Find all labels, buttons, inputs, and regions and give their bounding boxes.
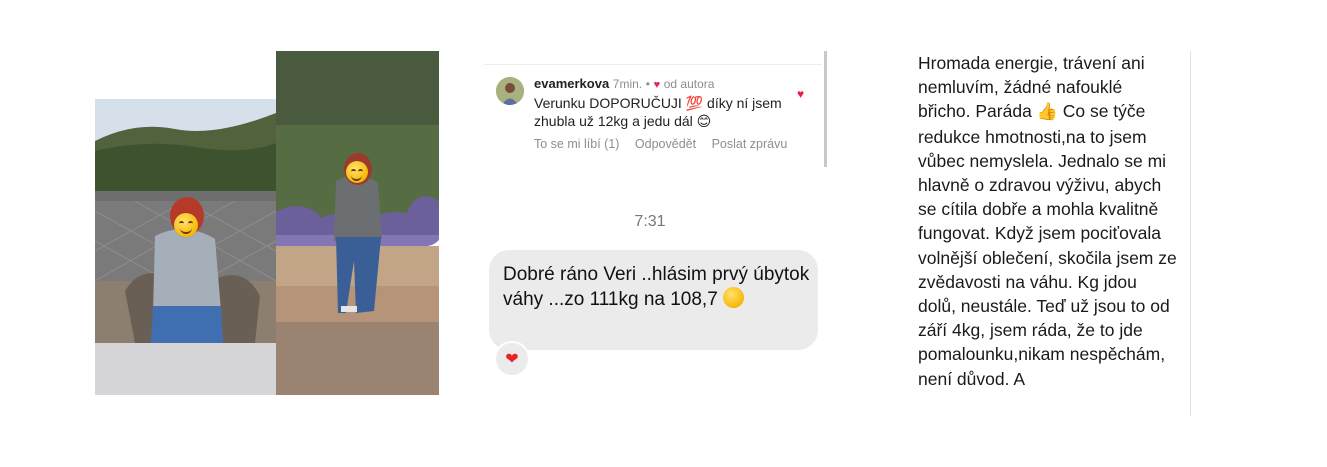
thumbs-up-icon: 👍 (1036, 102, 1058, 122)
comment-actions: To se mi líbí (1) Odpovědět Poslat zpráv… (534, 137, 799, 151)
author-heart-icon: ♥ (653, 79, 661, 91)
note-text: Hromada energie, trávení ani nemluvím, ž… (918, 51, 1178, 391)
grinning-emoji-icon (723, 287, 745, 308)
send-message-action[interactable]: Poslat zprávu (712, 137, 788, 151)
comment-time: 7min. (612, 77, 643, 91)
note-text-part2: Co se týče redukce hmotnosti,na to jsem … (918, 101, 1177, 389)
like-action[interactable]: To se mi líbí (1) (534, 137, 619, 151)
username[interactable]: evamerkova (534, 76, 609, 91)
author-badge: od autora (663, 77, 715, 91)
testimonial-note: Hromada energie, trávení ani nemluvím, ž… (902, 51, 1190, 416)
face-emoji-icon (346, 161, 368, 183)
separator: • (645, 77, 650, 91)
heart-icon[interactable]: ♥ (797, 87, 804, 101)
reply-action[interactable]: Odpovědět (635, 137, 696, 151)
photo-before (95, 51, 276, 395)
message-text: Dobré ráno Veri ..hlásim prvý úbytok váh… (503, 263, 813, 312)
scrollbar (824, 51, 827, 167)
divider (1190, 51, 1191, 416)
photo-after (276, 51, 439, 395)
divider (484, 64, 822, 65)
face-emoji-icon (174, 213, 198, 237)
message-body: Dobré ráno Veri ..hlásim prvý úbytok váh… (503, 264, 810, 310)
avatar[interactable] (496, 77, 524, 105)
comment-header: evamerkova 7min. • ♥ od autora (534, 76, 714, 91)
message-timestamp: 7:31 (634, 213, 666, 230)
comment-text: Verunku DOPORUČUJI 💯 díky ní jsem zhubla… (534, 95, 782, 129)
heart-reaction-icon[interactable]: ❤ (494, 341, 530, 377)
